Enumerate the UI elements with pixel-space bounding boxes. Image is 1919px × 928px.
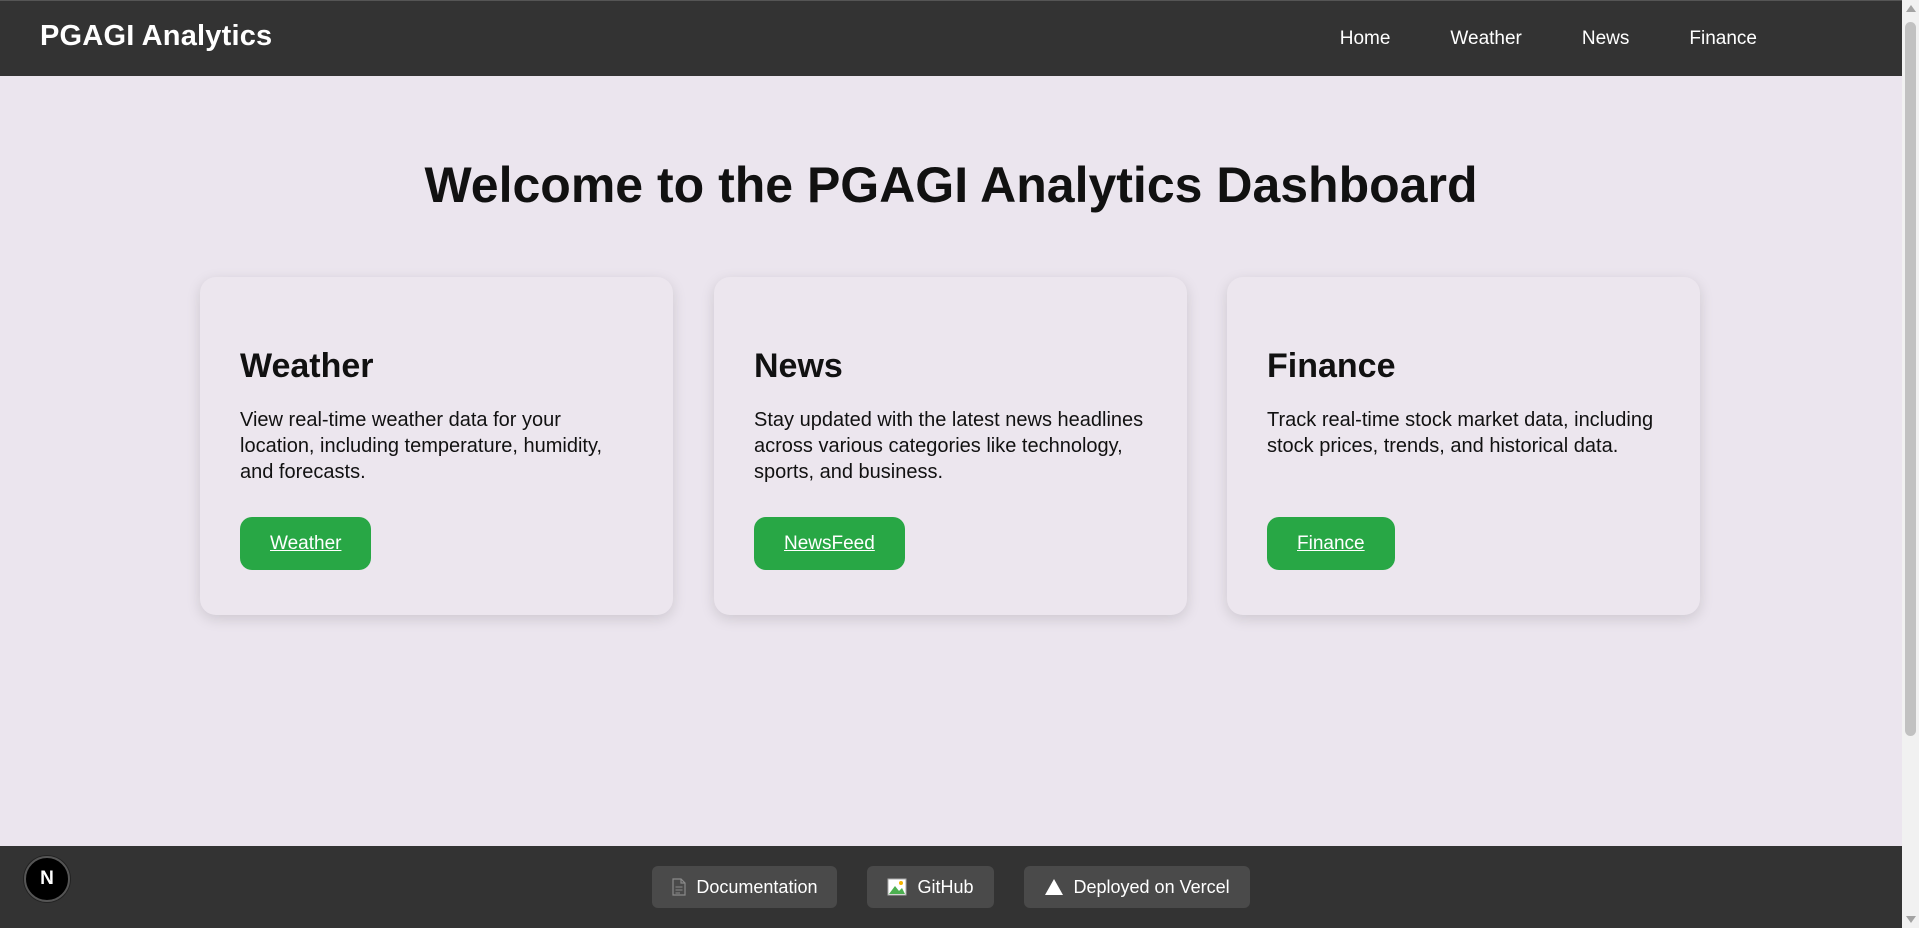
scrollbar-thumb[interactable] (1905, 22, 1916, 736)
weather-card-title: Weather (240, 347, 374, 385)
page-title: Welcome to the PGAGI Analytics Dashboard (424, 157, 1478, 213)
footer-links: Documentation GitHub Deployed on Vercel (0, 866, 1902, 908)
weather-button[interactable]: Weather (240, 517, 372, 570)
finance-card-title: Finance (1267, 347, 1396, 385)
scroll-up-arrow-icon[interactable] (1906, 5, 1916, 12)
news-card: News Stay updated with the latest news h… (714, 277, 1187, 615)
nav-links: Home Weather News Finance (1280, 1, 1757, 77)
vertical-scrollbar[interactable] (1902, 0, 1919, 928)
nextjs-icon[interactable]: N (24, 856, 70, 902)
vercel-label: Deployed on Vercel (1073, 876, 1230, 897)
vercel-triangle-icon (1044, 879, 1063, 895)
footer: Documentation GitHub Deployed on Vercel (0, 846, 1902, 928)
nav-link-weather[interactable]: Weather (1450, 28, 1521, 50)
scroll-down-arrow-icon[interactable] (1906, 916, 1916, 923)
weather-card: Weather View real-time weather data for … (200, 277, 673, 615)
nav-link-home[interactable]: Home (1340, 28, 1391, 50)
broken-image-icon (887, 878, 907, 896)
finance-card: Finance Track real-time stock market dat… (1227, 277, 1700, 615)
finance-card-description: Track real-time stock market data, inclu… (1267, 409, 1654, 457)
documentation-label: Documentation (696, 876, 818, 897)
documentation-link[interactable]: Documentation (652, 866, 838, 908)
brand-title[interactable]: PGAGI Analytics (40, 20, 272, 53)
nav-link-finance[interactable]: Finance (1689, 28, 1757, 50)
document-icon (672, 878, 686, 896)
news-card-description: Stay updated with the latest news headli… (754, 409, 1144, 483)
newsfeed-button[interactable]: NewsFeed (754, 517, 905, 570)
news-card-title: News (754, 347, 843, 385)
weather-card-description: View real-time weather data for your loc… (240, 409, 603, 483)
vercel-link[interactable]: Deployed on Vercel (1023, 866, 1250, 908)
finance-button[interactable]: Finance (1267, 517, 1395, 570)
top-navbar: PGAGI Analytics Home Weather News Financ… (0, 0, 1902, 76)
github-label: GitHub (917, 876, 974, 897)
github-link[interactable]: GitHub (867, 866, 994, 908)
nav-link-news[interactable]: News (1582, 28, 1630, 50)
